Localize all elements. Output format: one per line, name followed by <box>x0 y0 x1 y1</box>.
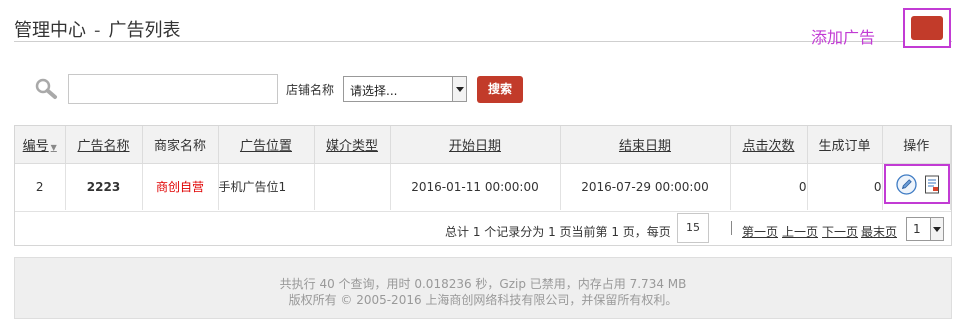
footer: 共执行 40 个查询，用时 0.018236 秒，Gzip 已禁用，内存占用 7… <box>14 257 952 319</box>
col-actions: 操作 <box>882 126 951 164</box>
next-page-link[interactable]: 下一页 <box>822 223 858 240</box>
cell-start-date: 2016-01-11 00:00:00 <box>390 163 561 210</box>
view-orders-icon[interactable] <box>924 175 941 194</box>
footer-copyright: 版权所有 © 2005-2016 上海商创网络科技有限公司，并保留所有权利。 <box>288 293 678 307</box>
add-ad-button[interactable] <box>911 16 943 40</box>
cell-end-date: 2016-07-29 00:00:00 <box>560 163 731 210</box>
ad-list-table: 编号 ▼ 广告名称 商家名称 广告位置 媒介类型 开始日期 结束日期 点击次数 生… <box>14 125 952 246</box>
cell-id: 2 <box>15 163 66 210</box>
shop-select-value: 请选择... <box>350 84 398 98</box>
prev-page-link[interactable]: 上一页 <box>782 223 818 240</box>
pager-divider <box>731 221 732 235</box>
shop-select[interactable]: 请选择... <box>343 76 467 102</box>
shop-name-label: 店铺名称 <box>286 83 335 97</box>
pager-summary: 总计 1 个记录分为 1 页当前第 1 页，每页 <box>445 225 671 239</box>
page-header: 管理中心 - 广告列表 添加广告 <box>14 8 952 48</box>
cell-ad-name: 2223 <box>65 163 143 210</box>
page-select[interactable]: 1 <box>906 217 944 241</box>
col-clicks[interactable]: 点击次数 <box>730 126 808 164</box>
page-select-value: 1 <box>913 222 921 236</box>
col-position[interactable]: 广告位置 <box>218 126 315 164</box>
actions-highlight <box>884 164 950 204</box>
table-row: 2 2223 商创自营 手机广告位1 2016-01-11 00:00:00 2… <box>15 163 951 210</box>
col-end-date[interactable]: 结束日期 <box>560 126 731 164</box>
footer-stats: 共执行 40 个查询，用时 0.018236 秒，Gzip 已禁用，内存占用 7… <box>279 277 687 291</box>
search-input[interactable] <box>68 74 278 104</box>
sort-arrow-icon: ▼ <box>50 142 57 152</box>
page-title: 管理中心 - 广告列表 <box>14 16 181 42</box>
last-page-link[interactable]: 最末页 <box>861 223 897 240</box>
col-start-date[interactable]: 开始日期 <box>390 126 561 164</box>
cell-clicks: 0 <box>730 163 808 210</box>
search-icon <box>35 78 57 99</box>
chevron-down-icon <box>930 218 943 240</box>
add-ad-link[interactable]: 添加广告 <box>811 24 875 48</box>
chevron-down-icon <box>452 77 466 101</box>
col-ad-name[interactable]: 广告名称 <box>65 126 143 164</box>
cell-position: 手机广告位1 <box>218 163 315 210</box>
col-merchant: 商家名称 <box>142 126 219 164</box>
col-media-type[interactable]: 媒介类型 <box>314 126 391 164</box>
cell-merchant: 商创自营 <box>142 163 219 210</box>
cell-media-type <box>314 163 391 210</box>
title-sub: 广告列表 <box>108 20 181 41</box>
pagination: 总计 1 个记录分为 1 页当前第 1 页，每页 15 第一页 上一页 下一页 … <box>15 211 951 245</box>
table-header-row: 编号 ▼ 广告名称 商家名称 广告位置 媒介类型 开始日期 结束日期 点击次数 生… <box>15 126 951 164</box>
col-id[interactable]: 编号 ▼ <box>15 126 66 164</box>
add-ad-button-highlight <box>903 8 951 48</box>
first-page-link[interactable]: 第一页 <box>742 223 778 240</box>
col-orders: 生成订单 <box>807 126 883 164</box>
search-bar: 店铺名称 请选择... 搜索 <box>34 74 634 104</box>
title-separator: - <box>94 20 101 41</box>
edit-pencil-icon[interactable] <box>896 174 917 195</box>
title-main: 管理中心 <box>14 20 86 41</box>
per-page-input[interactable]: 15 <box>677 213 709 243</box>
cell-orders: 0 <box>807 163 883 210</box>
search-button[interactable]: 搜索 <box>477 76 523 103</box>
